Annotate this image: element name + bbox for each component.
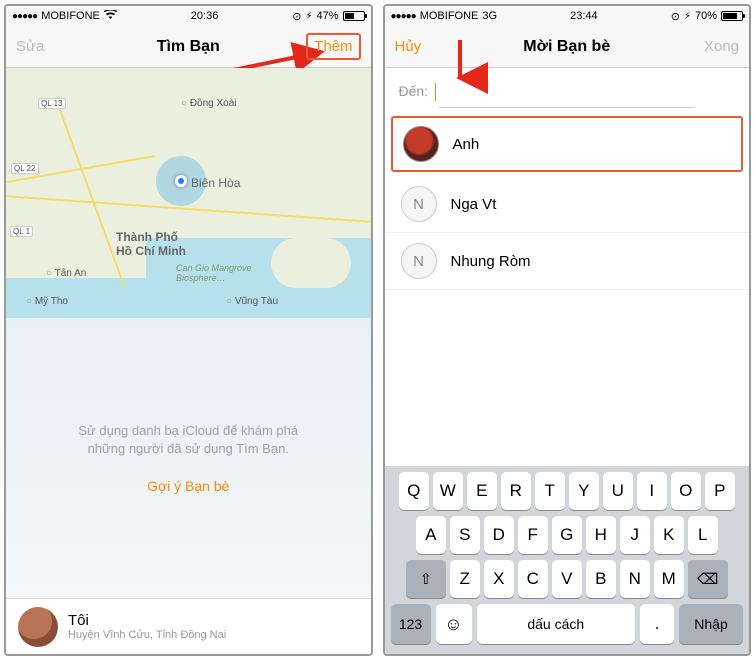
keyboard: QWERTYUIOP ASDFGHJKL ⇧ ZXCVBNM ⌫ 123 ☺ d… — [385, 466, 750, 654]
network-label: 3G — [482, 10, 497, 22]
to-field-row: Đến: — [385, 68, 750, 112]
status-bar: ●●●●● MOBIFONE 3G 23:44 ⊙ ⚡︎ 70% — [385, 6, 750, 26]
key-v[interactable]: V — [552, 560, 582, 598]
suggest-panel: Sử dụng danh bạ iCloud để khám phá những… — [6, 318, 371, 598]
contact-avatar: N — [401, 243, 437, 279]
map-main-city: Biên Hòa — [191, 176, 240, 190]
battery-pct: 47% — [316, 10, 338, 22]
key-u[interactable]: U — [603, 472, 633, 510]
map-city: Mỹ Tho — [26, 296, 68, 307]
nav-bar: Sửa Tìm Bạn Thêm — [6, 26, 371, 68]
carrier-label: MOBIFONE — [420, 10, 479, 22]
map-city-hcm: Thành Phố Hồ Chí Minh — [116, 230, 186, 258]
key-y[interactable]: Y — [569, 472, 599, 510]
key-d[interactable]: D — [484, 516, 514, 554]
return-key[interactable]: Nhập — [679, 604, 743, 644]
avatar — [18, 607, 58, 647]
signal-dots-icon: ●●●●● — [12, 11, 37, 22]
shift-icon: ⇧ — [419, 570, 432, 588]
contact-row[interactable]: N Nhung Ròm — [385, 233, 750, 290]
clock: 23:44 — [570, 10, 598, 22]
to-input[interactable] — [440, 78, 640, 96]
key-s[interactable]: S — [450, 516, 480, 554]
key-r[interactable]: R — [501, 472, 531, 510]
key-c[interactable]: C — [518, 560, 548, 598]
text-cursor-icon — [435, 83, 436, 101]
key-i[interactable]: I — [637, 472, 667, 510]
key-l[interactable]: L — [688, 516, 718, 554]
key-j[interactable]: J — [620, 516, 650, 554]
road-label: QL 13 — [38, 98, 66, 109]
contact-row[interactable]: Anh — [391, 116, 744, 172]
map-city: Tân An — [46, 268, 86, 279]
suggest-text: Sử dụng danh bạ iCloud để khám phá những… — [78, 422, 298, 458]
contact-name: Anh — [453, 136, 480, 153]
key-o[interactable]: O — [671, 472, 701, 510]
nav-bar: Hủy Mời Bạn bè Xong — [385, 26, 750, 68]
emoji-icon: ☺ — [444, 614, 462, 635]
add-button[interactable]: Thêm — [306, 33, 360, 60]
to-label: Đến: — [399, 83, 429, 99]
key-q[interactable]: Q — [399, 472, 429, 510]
key-g[interactable]: G — [552, 516, 582, 554]
me-location: Huyện Vĩnh Cửu, Tỉnh Đồng Nai — [68, 629, 226, 641]
map-area-label: Can Gio Mangrove Biosphere… — [176, 263, 252, 283]
alarm-icon: ⊙ — [292, 10, 301, 23]
page-title: Mời Bạn bè — [385, 38, 750, 56]
key-b[interactable]: B — [586, 560, 616, 598]
key-x[interactable]: X — [484, 560, 514, 598]
period-key[interactable]: . — [640, 604, 674, 644]
status-bar: ●●●●● MOBIFONE 20:36 ⊙ ⚡︎ 47% — [6, 6, 371, 26]
bluetooth-icon: ⚡︎ — [684, 11, 691, 22]
contact-name: Nga Vt — [451, 196, 497, 213]
key-f[interactable]: F — [518, 516, 548, 554]
phone-invite-friends: ●●●●● MOBIFONE 3G 23:44 ⊙ ⚡︎ 70% Hủy Mời… — [383, 4, 752, 656]
contact-list: Anh N Nga Vt N Nhung Ròm — [385, 112, 750, 466]
me-name: Tôi — [68, 612, 226, 629]
phone-find-friends: ●●●●● MOBIFONE 20:36 ⊙ ⚡︎ 47% Sửa Tìm Bạ… — [4, 4, 373, 656]
contact-avatar: N — [401, 186, 437, 222]
contact-avatar — [403, 126, 439, 162]
road-label: QL 1 — [10, 226, 33, 237]
edit-button[interactable]: Sửa — [16, 38, 44, 55]
key-z[interactable]: Z — [450, 560, 480, 598]
space-key[interactable]: dấu cách — [477, 604, 636, 644]
map-view[interactable]: QL 13 QL 22 QL 1 Biên Hòa Đồng Xoài Thàn… — [6, 68, 371, 318]
backspace-key[interactable]: ⌫ — [688, 560, 728, 598]
battery-pct: 70% — [695, 10, 717, 22]
contact-name: Nhung Ròm — [451, 253, 531, 270]
map-city: Vũng Tàu — [226, 296, 278, 307]
signal-dots-icon: ●●●●● — [391, 11, 416, 22]
battery-icon — [343, 11, 365, 21]
wifi-icon — [104, 10, 117, 23]
shift-key[interactable]: ⇧ — [406, 560, 446, 598]
suggest-friends-link[interactable]: Gợi ý Bạn bè — [147, 478, 229, 494]
me-row[interactable]: Tôi Huyện Vĩnh Cửu, Tỉnh Đồng Nai — [6, 598, 371, 654]
emoji-key[interactable]: ☺ — [436, 604, 472, 644]
key-w[interactable]: W — [433, 472, 463, 510]
key-e[interactable]: E — [467, 472, 497, 510]
clock: 20:36 — [191, 10, 219, 22]
key-k[interactable]: K — [654, 516, 684, 554]
key-t[interactable]: T — [535, 472, 565, 510]
key-h[interactable]: H — [586, 516, 616, 554]
key-a[interactable]: A — [416, 516, 446, 554]
done-button[interactable]: Xong — [704, 38, 739, 55]
key-n[interactable]: N — [620, 560, 650, 598]
bluetooth-icon: ⚡︎ — [305, 11, 312, 22]
numbers-key[interactable]: 123 — [391, 604, 431, 644]
carrier-label: MOBIFONE — [41, 10, 100, 22]
alarm-icon: ⊙ — [671, 10, 680, 23]
key-m[interactable]: M — [654, 560, 684, 598]
key-p[interactable]: P — [705, 472, 735, 510]
battery-icon — [721, 11, 743, 21]
cancel-button[interactable]: Hủy — [395, 38, 422, 55]
road-label: QL 22 — [11, 163, 39, 174]
map-city: Đồng Xoài — [181, 98, 237, 109]
contact-row[interactable]: N Nga Vt — [385, 176, 750, 233]
backspace-icon: ⌫ — [697, 570, 718, 588]
